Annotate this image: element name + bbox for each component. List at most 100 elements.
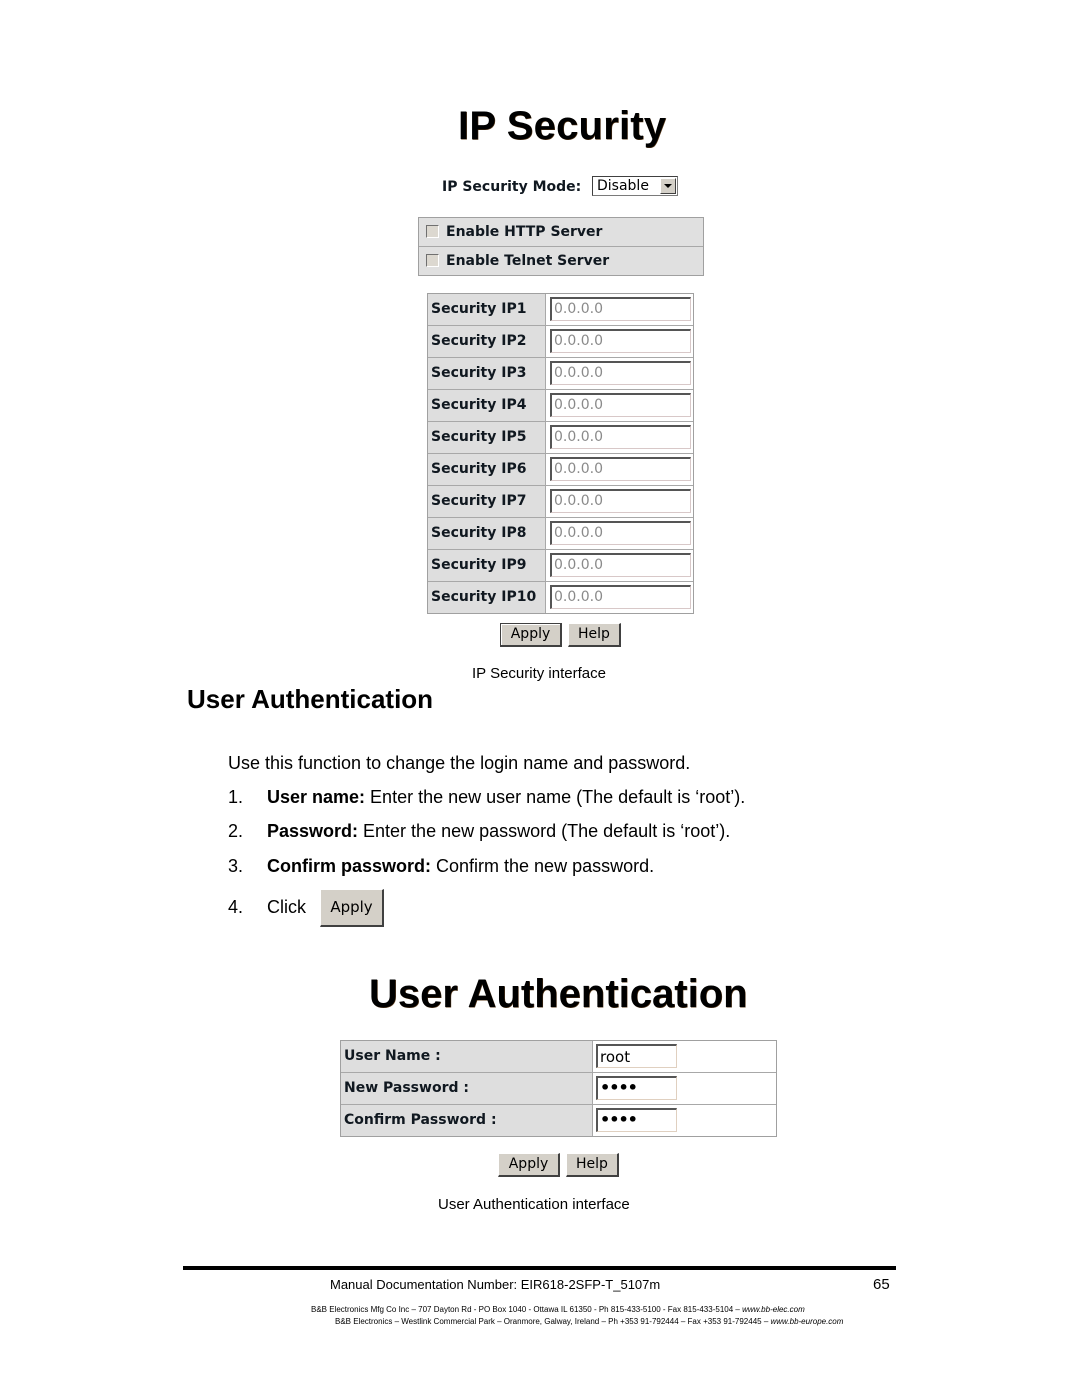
intro-paragraph: Use this function to change the login na… — [228, 753, 691, 773]
security-ip-value: 0.0.0.0 — [554, 365, 603, 381]
ip-security-caption: IP Security interface — [472, 665, 606, 682]
address-text: B&B Electronics Mfg Co Inc – 707 Dayton … — [311, 1305, 743, 1314]
user-auth-caption: User Authentication interface — [438, 1196, 630, 1213]
step-term: Password: — [267, 821, 359, 841]
new-password-value: •••• — [600, 1078, 638, 1097]
footer-doc-number: Manual Documentation Number: EIR618-2SFP… — [330, 1277, 661, 1292]
step-text: Click — [267, 897, 306, 917]
security-ip-label: Security IP1 — [431, 301, 527, 317]
security-ip-input[interactable]: 0.0.0.0 — [550, 457, 691, 481]
step-item: 3. Confirm password: Confirm the new pass… — [228, 856, 654, 877]
security-ip-input[interactable]: 0.0.0.0 — [550, 297, 691, 321]
security-ip-input[interactable]: 0.0.0.0 — [550, 393, 691, 417]
step-number: 2. — [228, 821, 244, 841]
security-ip-input[interactable]: 0.0.0.0 — [550, 329, 691, 353]
security-ip-value: 0.0.0.0 — [554, 461, 603, 477]
security-ip-label: Security IP6 — [431, 461, 527, 477]
step-term: Confirm password: — [267, 856, 432, 876]
user-name-row: User Name : root — [341, 1041, 776, 1073]
step-number: 3. — [228, 856, 244, 876]
user-name-input[interactable]: root — [596, 1044, 677, 1068]
security-ip-value: 0.0.0.0 — [554, 333, 603, 349]
security-ip-input[interactable]: 0.0.0.0 — [550, 585, 691, 609]
http-server-checkbox[interactable] — [426, 225, 439, 238]
new-password-row: New Password : •••• — [341, 1073, 776, 1105]
website-link[interactable]: www.bb-europe.com — [771, 1317, 844, 1326]
security-ip-row: Security IP9 0.0.0.0 — [428, 550, 693, 582]
address-text: B&B Electronics – Westlink Commercial Pa… — [335, 1317, 771, 1326]
new-password-input[interactable]: •••• — [596, 1076, 677, 1100]
security-ip-input[interactable]: 0.0.0.0 — [550, 521, 691, 545]
security-ip-label: Security IP2 — [431, 333, 527, 349]
security-ip-label: Security IP4 — [431, 397, 527, 413]
step-item: 4. Click — [228, 897, 306, 918]
security-ip-value: 0.0.0.0 — [554, 589, 603, 605]
telnet-server-row: Enable Telnet Server — [419, 247, 703, 275]
step-item: 2. Password: Enter the new password (The … — [228, 821, 730, 842]
step-item: 1. User name: Enter the new user name (Th… — [228, 787, 745, 808]
step-text: Enter the new user name (The default is … — [365, 787, 746, 807]
security-ip-row: Security IP2 0.0.0.0 — [428, 326, 693, 358]
security-ip-label: Security IP3 — [431, 365, 527, 381]
security-ip-row: Security IP7 0.0.0.0 — [428, 486, 693, 518]
security-ip-value: 0.0.0.0 — [554, 557, 603, 573]
page-number: 65 — [873, 1276, 890, 1293]
confirm-password-label: Confirm Password : — [344, 1112, 497, 1128]
security-ip-row: Security IP5 0.0.0.0 — [428, 422, 693, 454]
server-options-table: Enable HTTP Server Enable Telnet Server — [418, 217, 704, 276]
step-text: Enter the new password (The default is ‘… — [358, 821, 731, 841]
step-number: 1. — [228, 787, 244, 807]
chevron-down-icon[interactable] — [660, 178, 676, 194]
ip-security-mode-select[interactable]: Disable — [592, 176, 678, 196]
security-ip-row: Security IP1 0.0.0.0 — [428, 294, 693, 326]
security-ip-row: Security IP6 0.0.0.0 — [428, 454, 693, 486]
section-heading: User Authentication — [187, 684, 434, 714]
user-auth-apply-button[interactable]: Apply — [498, 1153, 560, 1177]
inline-apply-button[interactable]: Apply — [320, 889, 384, 927]
footer-address-us: B&B Electronics Mfg Co Inc – 707 Dayton … — [311, 1305, 805, 1314]
telnet-server-checkbox[interactable] — [426, 254, 439, 267]
ip-security-help-button[interactable]: Help — [568, 623, 621, 647]
security-ip-value: 0.0.0.0 — [554, 525, 603, 541]
ip-security-mode-value: Disable — [597, 178, 649, 194]
security-ip-table: Security IP1 0.0.0.0 Security IP2 0.0.0.0 … — [427, 293, 694, 614]
security-ip-label: Security IP7 — [431, 493, 527, 509]
website-link[interactable]: www.bb-elec.com — [742, 1305, 805, 1314]
confirm-password-input[interactable]: •••• — [596, 1108, 677, 1132]
security-ip-input[interactable]: 0.0.0.0 — [550, 425, 691, 449]
security-ip-input[interactable]: 0.0.0.0 — [550, 361, 691, 385]
security-ip-label: Security IP8 — [431, 525, 527, 541]
user-name-value: root — [600, 1048, 631, 1066]
security-ip-value: 0.0.0.0 — [554, 429, 603, 445]
http-server-label: Enable HTTP Server — [446, 224, 603, 240]
http-server-row: Enable HTTP Server — [419, 218, 703, 247]
footer-divider — [183, 1266, 896, 1270]
security-ip-input[interactable]: 0.0.0.0 — [550, 489, 691, 513]
step-number: 4. — [228, 897, 244, 917]
security-ip-row: Security IP10 0.0.0.0 — [428, 582, 693, 613]
new-password-label: New Password : — [344, 1080, 469, 1096]
security-ip-row: Security IP3 0.0.0.0 — [428, 358, 693, 390]
user-name-label: User Name : — [344, 1048, 441, 1064]
confirm-password-row: Confirm Password : •••• — [341, 1105, 776, 1136]
ip-security-title: IP Security — [458, 104, 667, 148]
user-auth-help-button[interactable]: Help — [566, 1153, 619, 1177]
security-ip-row: Security IP4 0.0.0.0 — [428, 390, 693, 422]
security-ip-value: 0.0.0.0 — [554, 301, 603, 317]
security-ip-row: Security IP8 0.0.0.0 — [428, 518, 693, 550]
security-ip-value: 0.0.0.0 — [554, 397, 603, 413]
confirm-password-value: •••• — [600, 1110, 638, 1129]
telnet-server-label: Enable Telnet Server — [446, 253, 610, 269]
security-ip-input[interactable]: 0.0.0.0 — [550, 553, 691, 577]
step-term: User name: — [267, 787, 366, 807]
security-ip-value: 0.0.0.0 — [554, 493, 603, 509]
ip-security-mode-label: IP Security Mode: — [442, 179, 582, 195]
step-text: Confirm the new password. — [431, 856, 655, 876]
security-ip-label: Security IP5 — [431, 429, 527, 445]
security-ip-label: Security IP9 — [431, 557, 527, 573]
user-auth-title: User Authentication — [369, 972, 748, 1016]
security-ip-label: Security IP10 — [431, 589, 537, 605]
user-auth-table: User Name : root New Password : •••• Confi… — [340, 1040, 777, 1137]
footer-address-eu: B&B Electronics – Westlink Commercial Pa… — [335, 1317, 843, 1326]
ip-security-apply-button[interactable]: Apply — [500, 623, 562, 647]
